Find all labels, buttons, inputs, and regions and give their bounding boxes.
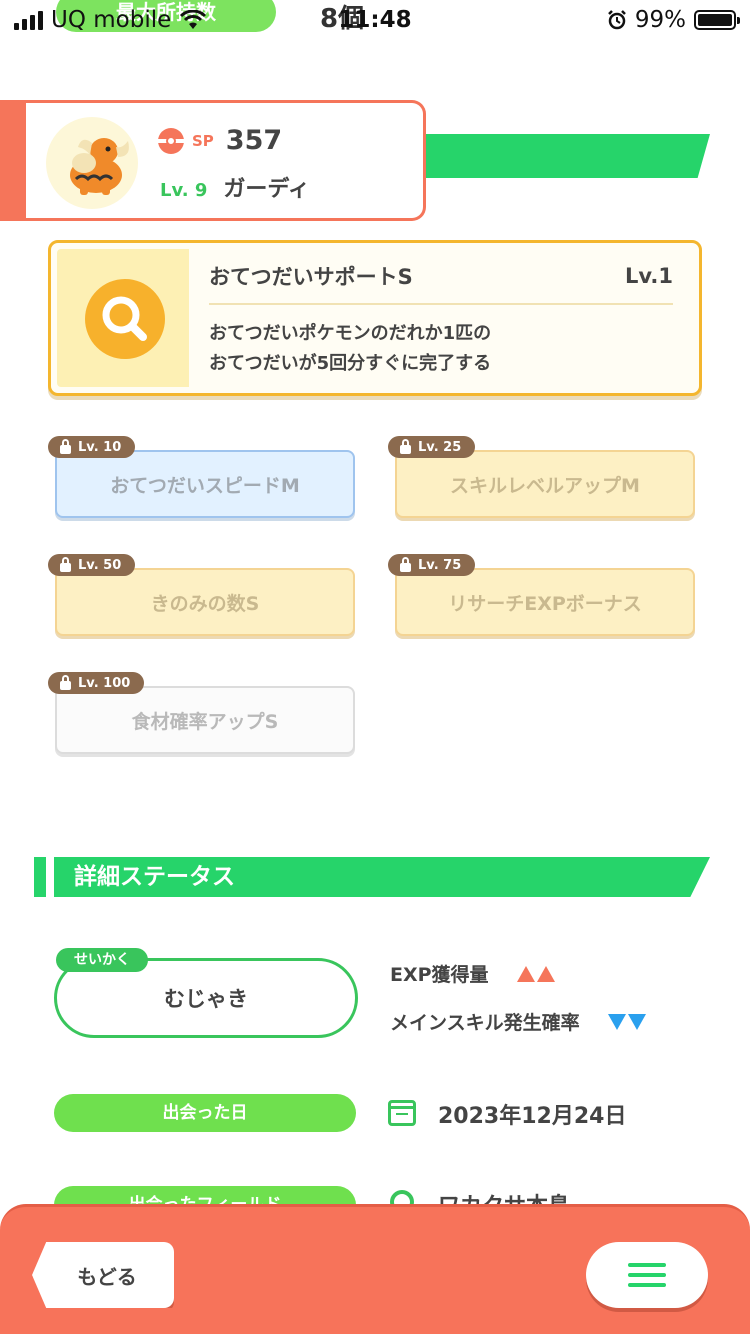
arrow-down-icons	[606, 1013, 646, 1030]
lock-level: Lv. 75	[418, 557, 462, 573]
subskill-research-exp-bonus[interactable]: リサーチEXPボーナス	[395, 568, 695, 636]
menu-button[interactable]	[586, 1242, 708, 1308]
lock-tag-lv10: Lv. 10	[48, 436, 136, 458]
subskill-ingredient-finder-s[interactable]: 食材確率アップS	[55, 686, 355, 754]
back-button[interactable]: もどる	[32, 1242, 174, 1308]
triangle-up-icon	[516, 965, 535, 982]
lock-tag-lv100: Lv. 100	[48, 672, 145, 694]
nature-effect-down: メインスキル発生確率	[390, 1008, 646, 1035]
hamburger-line	[628, 1283, 666, 1287]
subskill-label: おてつだいスピードM	[110, 474, 300, 497]
skill-icon-area	[57, 249, 189, 387]
lock-level: Lv. 50	[78, 557, 122, 573]
growlithe-icon	[70, 138, 129, 195]
sp-value: 357	[225, 125, 283, 156]
effect-down-label: メインスキル発生確率	[390, 1012, 580, 1034]
lock-level: Lv. 10	[78, 439, 122, 455]
lock-icon	[60, 674, 71, 690]
battery-percent: 99%	[634, 7, 686, 33]
header-banner	[400, 134, 710, 178]
subskill-skill-level-up-m[interactable]: スキルレベルアップM	[395, 450, 695, 518]
subskill-label: スキルレベルアップM	[450, 474, 640, 497]
subskill-label: 食材確率アップS	[131, 710, 279, 733]
triangle-down-icon	[607, 1013, 626, 1030]
subskill-label: きのみの数S	[150, 592, 260, 615]
magnifier-icon	[85, 279, 165, 359]
hamburger-line	[628, 1263, 666, 1267]
triangle-up-icon	[536, 965, 555, 982]
alarm-icon	[607, 10, 626, 30]
lock-tag-lv75: Lv. 75	[388, 554, 476, 576]
arrow-up-icons	[515, 965, 555, 982]
pokemon-card: SP 357 Lv. 9 ガーディ	[0, 100, 426, 221]
subskill-berry-count-s[interactable]: きのみの数S	[55, 568, 355, 636]
skill-text: おてつだいサポートS Lv.1 おてつだいポケモンのだれか1匹の おてつだいが5…	[209, 261, 673, 379]
lock-tag-lv25: Lv. 25	[388, 436, 476, 458]
section-marker	[34, 857, 46, 897]
card-accent-stripe	[0, 100, 26, 221]
lock-tag-lv50: Lv. 50	[48, 554, 136, 576]
skill-description: おてつだいポケモンのだれか1匹の おてつだいが5回分すぐに完了する	[209, 319, 673, 379]
lock-icon	[400, 556, 411, 572]
lock-level: Lv. 100	[78, 675, 131, 691]
hamburger-line	[628, 1273, 666, 1277]
back-label: もどる	[77, 1264, 137, 1289]
nature-tag: せいかく	[56, 948, 148, 972]
lock-level: Lv. 25	[418, 439, 462, 455]
subskill-label: リサーチEXPボーナス	[448, 592, 642, 615]
nature-value: むじゃき	[164, 987, 248, 1011]
lock-icon	[400, 438, 411, 454]
pokemon-level: Lv. 9	[160, 180, 208, 201]
met-date-label: 出会った日	[54, 1094, 356, 1132]
pokemon-name: ガーディ	[223, 177, 310, 202]
sp-label: SP	[192, 131, 214, 150]
skill-desc-line2: おてつだいが5回分すぐに完了する	[209, 353, 492, 374]
battery-icon	[694, 10, 740, 30]
section-title: 詳細ステータス	[54, 857, 710, 897]
met-date-value: 2023年12月24日	[438, 1104, 627, 1129]
lock-icon	[60, 438, 71, 454]
main-skill-card[interactable]: おてつだいサポートS Lv.1 おてつだいポケモンのだれか1匹の おてつだいが5…	[48, 240, 702, 396]
status-right: 99%	[607, 7, 740, 33]
skill-header: おてつだいサポートS Lv.1	[209, 261, 673, 305]
subskill-speed-m[interactable]: おてつだいスピードM	[55, 450, 355, 518]
skill-desc-line1: おてつだいポケモンのだれか1匹の	[209, 323, 492, 344]
triangle-down-icon	[627, 1013, 646, 1030]
growlithe-avatar	[46, 117, 138, 209]
nature-effect-up: EXP獲得量	[390, 960, 555, 987]
pokeball-icon	[158, 127, 184, 154]
lock-icon	[60, 556, 71, 572]
level-row: Lv. 9 ガーディ	[160, 171, 310, 203]
calendar-icon	[388, 1100, 416, 1126]
skill-level: Lv.1	[625, 264, 673, 288]
status-bar: 最大所持数 8個 UQ mobile 11:48 99%	[0, 0, 750, 40]
effect-up-label: EXP獲得量	[390, 964, 489, 986]
skill-title: おてつだいサポートS	[209, 265, 413, 289]
sp-row: SP 357	[158, 125, 282, 156]
